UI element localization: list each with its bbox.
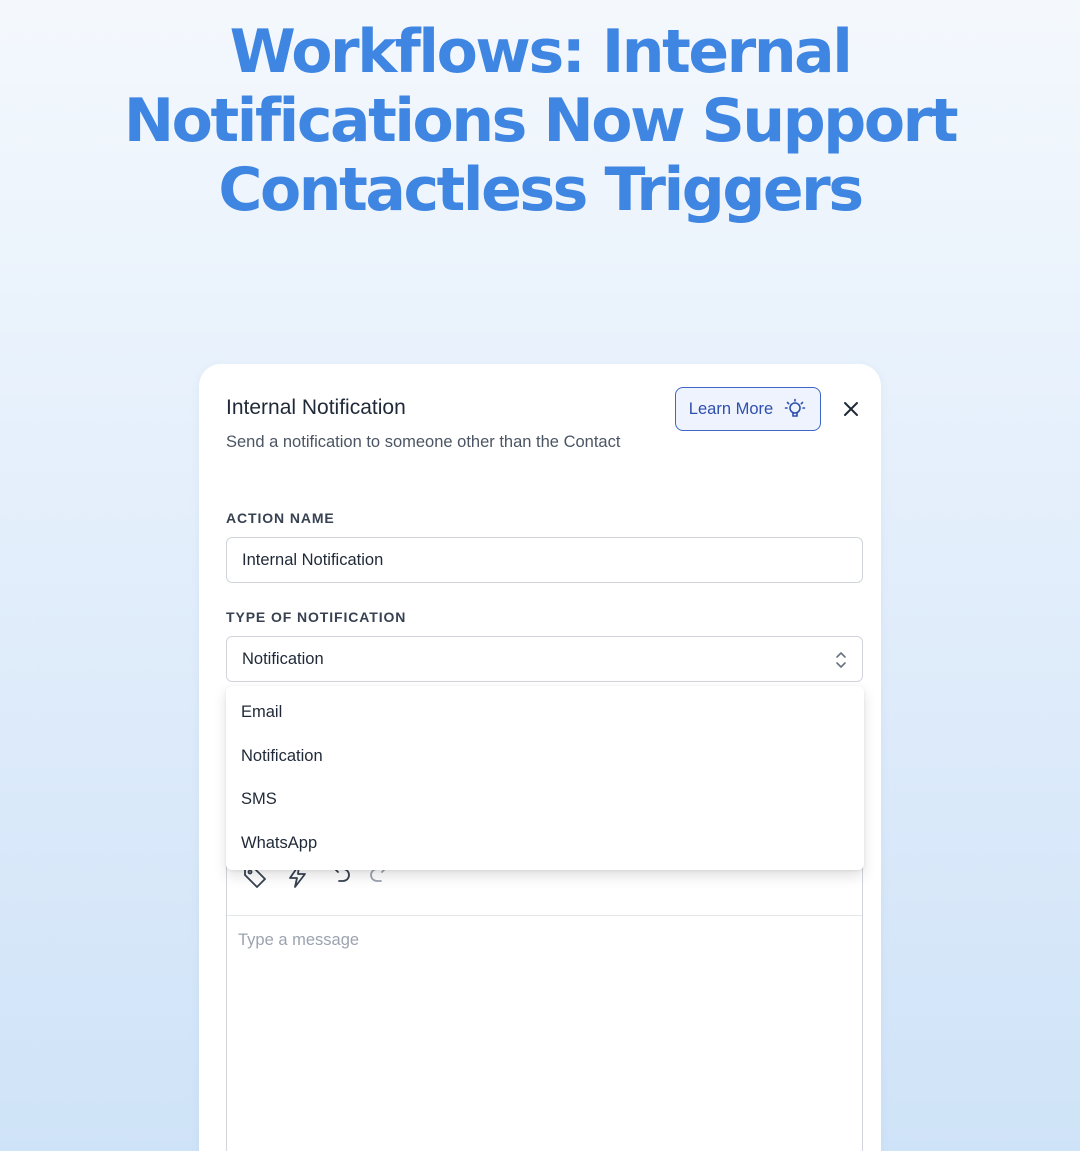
learn-more-label: Learn More xyxy=(688,399,774,418)
headline-line-2: Notifications Now Support xyxy=(123,86,959,156)
learn-more-button[interactable]: Learn More xyxy=(675,387,821,431)
message-editor[interactable]: Type a message xyxy=(226,834,863,1151)
dropdown-option-email[interactable]: Email xyxy=(226,691,864,735)
headline-line-1: Workflows: Internal xyxy=(229,17,853,87)
chevron-up-down-icon xyxy=(836,652,846,668)
close-button[interactable] xyxy=(839,397,863,421)
notification-type-select[interactable]: Notification xyxy=(226,636,863,682)
headline-line-3: Contactless Triggers xyxy=(218,155,864,225)
dropdown-option-notification[interactable]: Notification xyxy=(226,735,864,779)
page-headline: Workflows: Internal Notifications Now Su… xyxy=(0,18,1080,225)
action-name-input[interactable]: Internal Notification xyxy=(226,537,863,583)
panel-subtitle: Send a notification to someone other tha… xyxy=(226,433,621,451)
action-name-value: Internal Notification xyxy=(242,550,384,569)
lightbulb-icon xyxy=(783,397,807,421)
notification-type-label: TYPE OF NOTIFICATION xyxy=(226,609,407,625)
action-name-label: ACTION NAME xyxy=(226,510,335,526)
dropdown-option-sms[interactable]: SMS xyxy=(226,778,864,822)
close-icon xyxy=(844,402,858,416)
message-placeholder: Type a message xyxy=(238,931,360,949)
notification-type-value: Notification xyxy=(242,649,324,668)
dropdown-option-whatsapp[interactable]: WhatsApp xyxy=(226,822,864,866)
panel-title: Internal Notification xyxy=(226,396,406,419)
notification-type-dropdown: Email Notification SMS WhatsApp xyxy=(226,686,864,870)
